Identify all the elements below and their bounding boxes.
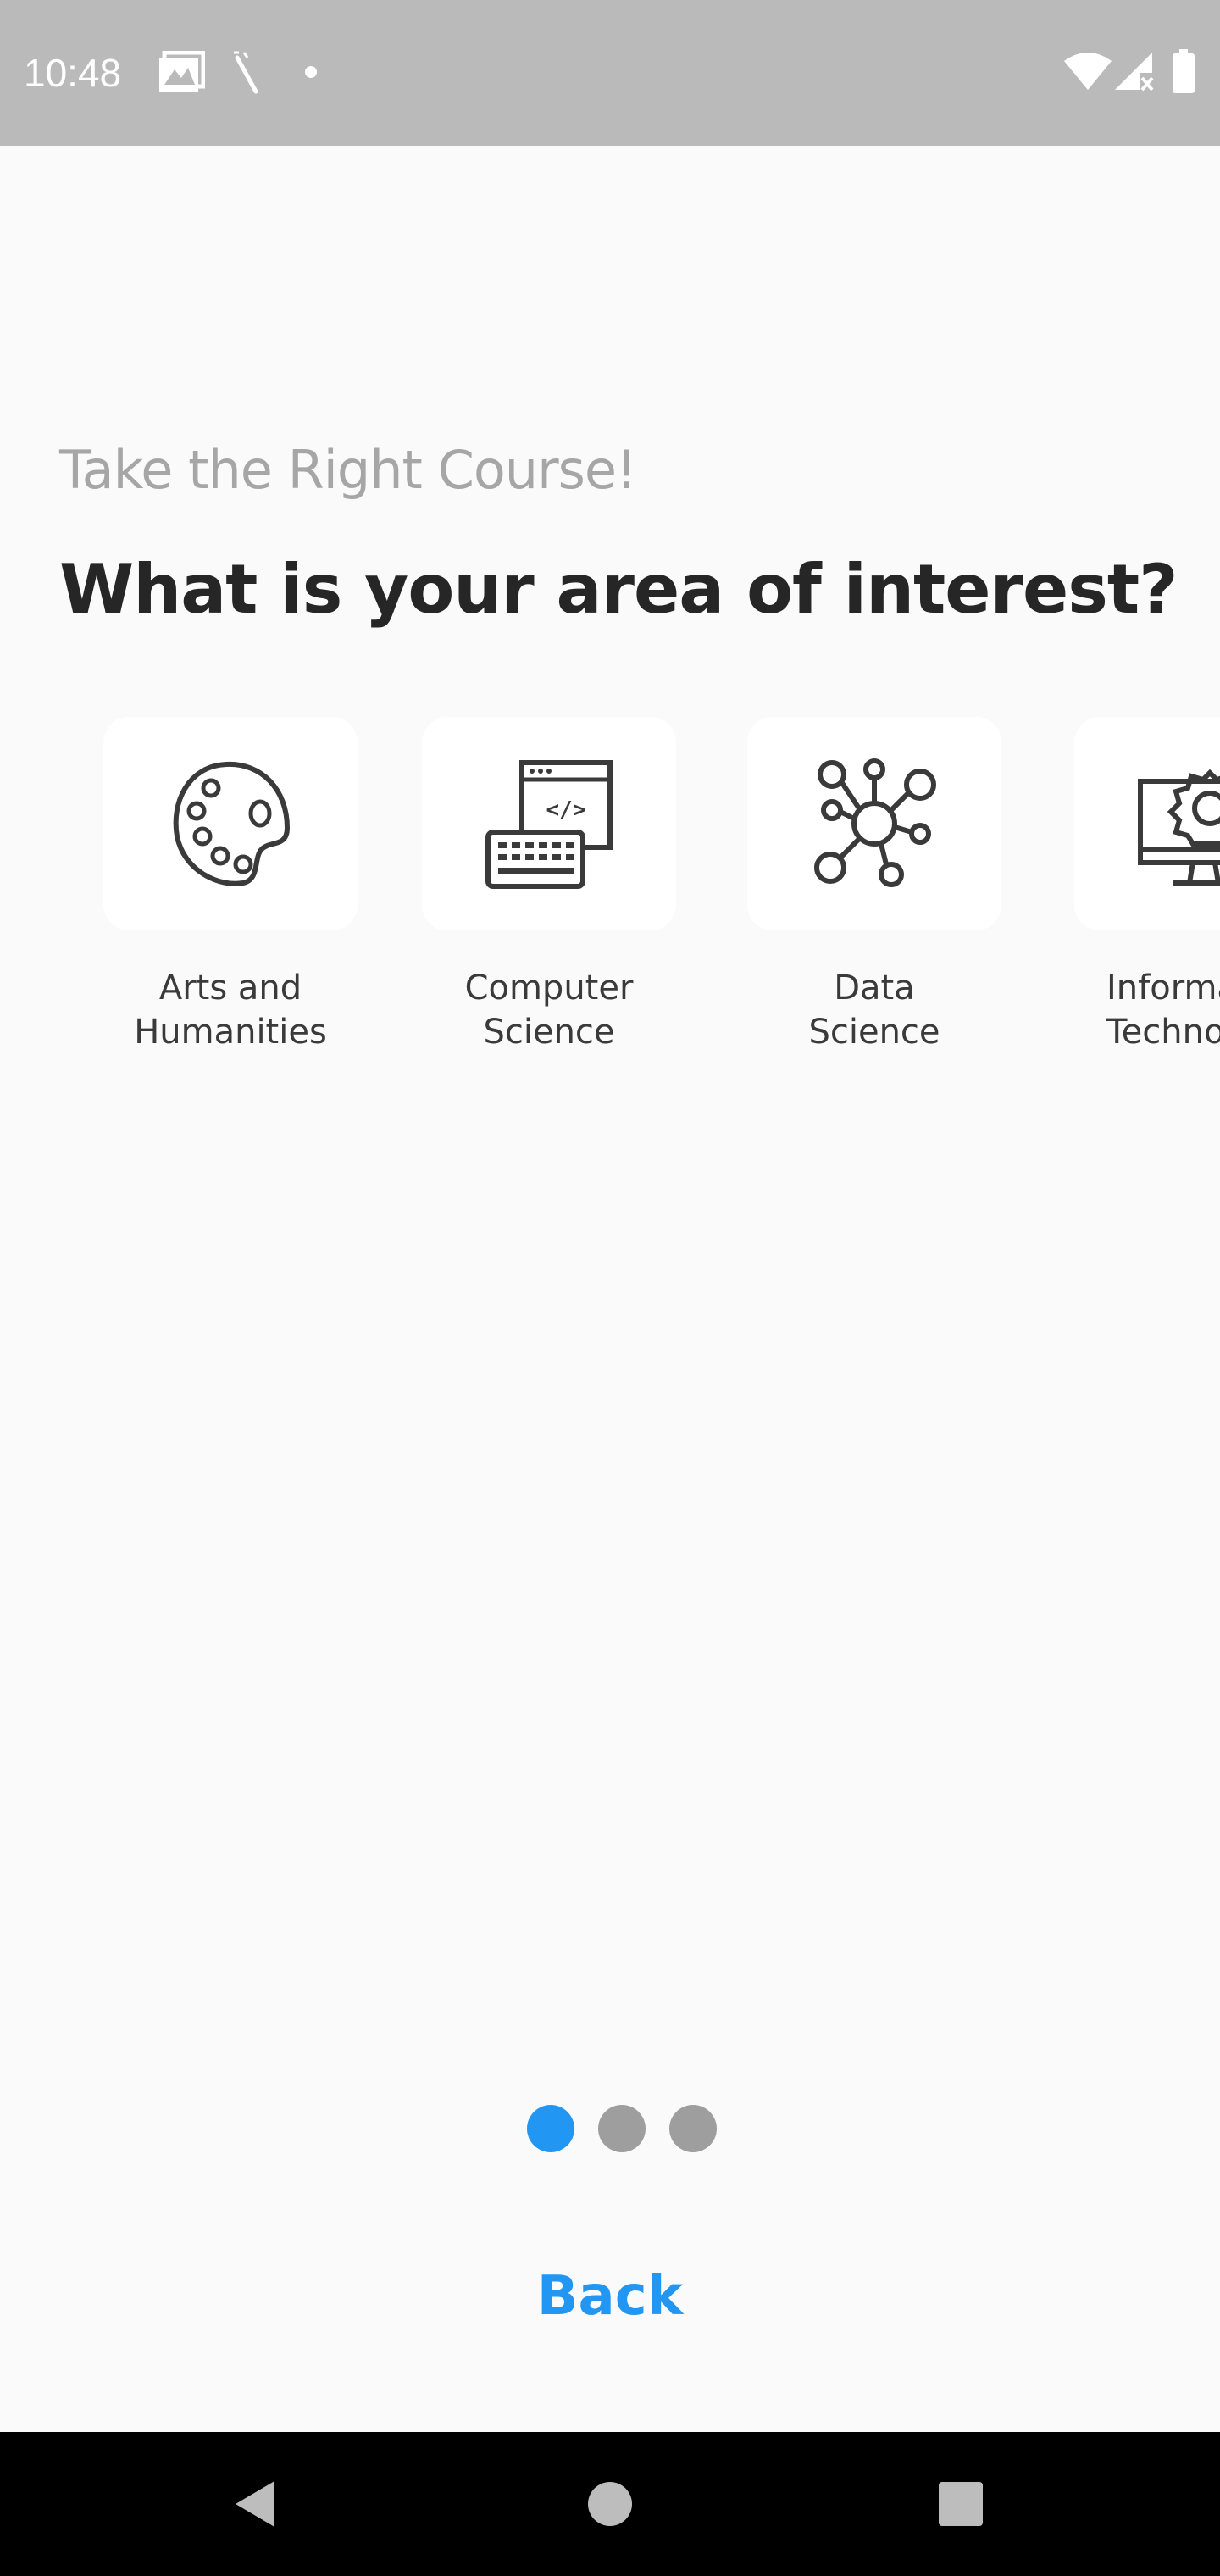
network-nodes-icon — [807, 756, 942, 891]
page-title: What is your area of interest? — [59, 547, 1178, 632]
category-card[interactable] — [747, 717, 1001, 930]
app-screen: 10:48 Take the Right Course! What is you… — [0, 0, 1220, 2576]
code-keyboard-icon: </> — [481, 756, 617, 891]
status-bar: 10:48 — [0, 0, 1220, 146]
nav-back-button[interactable] — [169, 2432, 339, 2576]
nav-recents-button[interactable] — [876, 2432, 1045, 2576]
home-circle-icon — [586, 2480, 634, 2528]
category-card[interactable] — [103, 717, 358, 930]
category-label: Data Science — [747, 966, 1001, 1054]
page-subtitle: Take the Right Course! — [59, 432, 636, 508]
category-data-science[interactable]: Data Science — [747, 717, 1001, 1054]
status-time: 10:48 — [24, 47, 121, 98]
page-indicator — [525, 2105, 720, 2152]
gallery-icon — [158, 51, 205, 93]
svg-text:</>: </> — [546, 797, 586, 823]
category-label: Informa Techno — [1074, 966, 1220, 1054]
back-button[interactable]: Back — [474, 2254, 746, 2339]
category-computer-science[interactable]: </> Computer Science — [422, 717, 676, 1054]
category-arts-humanities[interactable]: Arts and Humanities — [103, 717, 358, 1054]
notification-dot-icon — [305, 66, 317, 78]
page-dot-1 — [527, 2105, 574, 2152]
wand-icon — [230, 49, 264, 95]
category-card[interactable]: </> — [422, 717, 676, 930]
category-information-technology[interactable]: Informa Techno — [1074, 717, 1220, 1054]
signal-icon — [1115, 53, 1156, 92]
back-triangle-icon — [230, 2478, 278, 2530]
battery-icon — [1173, 49, 1195, 93]
nav-home-button[interactable] — [525, 2432, 695, 2576]
category-label: Computer Science — [422, 966, 676, 1054]
page-dot-3 — [669, 2105, 717, 2152]
wifi-icon — [1064, 53, 1112, 90]
category-carousel[interactable]: Arts and Humanities </> Computer Sci — [0, 717, 1220, 1073]
recents-square-icon — [937, 2480, 984, 2528]
palette-icon — [167, 756, 294, 891]
monitor-gear-icon — [1134, 756, 1220, 891]
category-label: Arts and Humanities — [103, 966, 358, 1054]
page-dot-2 — [598, 2105, 646, 2152]
system-nav-bar — [0, 2432, 1220, 2576]
category-card[interactable] — [1074, 717, 1220, 930]
